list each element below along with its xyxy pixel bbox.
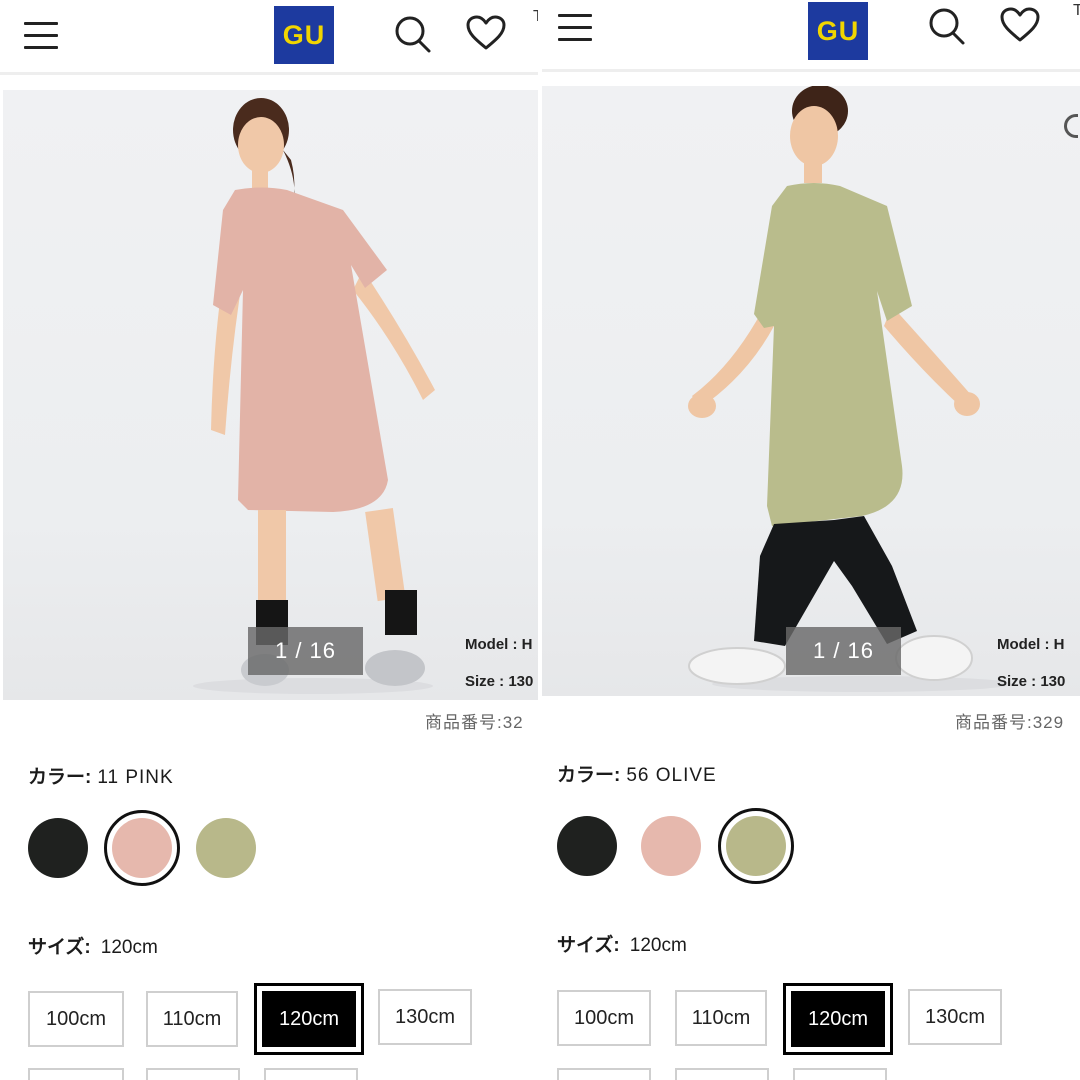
model-illustration (193, 98, 435, 694)
search-icon[interactable] (393, 14, 433, 54)
swatch-black[interactable] (557, 816, 617, 876)
color-label: カラー: (28, 767, 92, 788)
size-label: サイズ: (557, 935, 620, 956)
size-option-next-row[interactable] (264, 1068, 358, 1080)
product-photo[interactable]: 1 / 16 Model : H Size : 130 (542, 86, 1080, 696)
hamburger-icon[interactable] (558, 14, 592, 44)
product-number: 商品番号:329 (955, 713, 1065, 732)
size-option-120[interactable]: 120cm (783, 983, 893, 1055)
product-panel-pink: GU T 1 / 16 Model: H Size: 130 商品番号:32… (0, 0, 540, 1080)
search-icon[interactable] (927, 6, 967, 46)
color-selection-label: カラー: 11 PINK (28, 762, 174, 789)
site-header: GU T (0, 0, 540, 75)
size-option-110[interactable]: 110cm (675, 990, 767, 1046)
size-option-next-row[interactable] (675, 1068, 769, 1080)
gu-logo[interactable]: GU (274, 6, 334, 64)
color-selection-label: カラー: 56 OLIVE (557, 760, 717, 787)
heart-icon[interactable] (999, 6, 1041, 44)
swatch-olive[interactable] (726, 816, 786, 876)
image-counter: 1 / 16 (786, 627, 901, 675)
model-size-info: Size : 130 (465, 673, 534, 690)
size-label: サイズ: (28, 937, 91, 958)
size-option-120[interactable]: 120cm (254, 983, 364, 1055)
collage-divider (538, 0, 542, 1080)
size-option-next-row[interactable] (146, 1068, 240, 1080)
size-value: 120cm (100, 937, 158, 958)
cut-off-icon: T (1073, 2, 1080, 19)
size-selection-label: サイズ: 120cm (557, 930, 687, 957)
heart-icon[interactable] (465, 14, 507, 52)
hamburger-icon[interactable] (24, 22, 58, 52)
gu-logo[interactable]: GU (808, 2, 868, 60)
model-info: Model : H (465, 636, 533, 653)
size-option-130[interactable]: 130cm (378, 989, 472, 1045)
swatch-olive[interactable] (196, 818, 256, 878)
size-value: 120cm (629, 935, 687, 956)
swatch-pink[interactable] (641, 816, 701, 876)
size-option-next-row[interactable] (557, 1068, 651, 1080)
product-panel-olive: GU T 1 / 16 Model: H Size: 130 商品番号:32… (540, 0, 1080, 1080)
size-option-110[interactable]: 110cm (146, 991, 238, 1047)
site-header: GU T (540, 0, 1080, 72)
size-option-next-row[interactable] (28, 1068, 124, 1080)
model-info: Model : H (997, 636, 1065, 653)
size-option-100[interactable]: 100cm (557, 990, 651, 1046)
swatch-pink[interactable] (112, 818, 172, 878)
size-option-100[interactable]: 100cm (28, 991, 124, 1047)
color-value: 56 OLIVE (626, 765, 717, 786)
size-option-130[interactable]: 130cm (908, 989, 1002, 1045)
size-option-next-row[interactable] (793, 1068, 887, 1080)
image-counter: 1 / 16 (248, 627, 363, 675)
size-selection-label: サイズ: 120cm (28, 932, 158, 959)
color-value: 11 PINK (97, 767, 174, 788)
model-size-info: Size : 130 (997, 673, 1066, 690)
product-number: 商品番号:32 (425, 713, 524, 732)
color-label: カラー: (557, 765, 621, 786)
swatch-black[interactable] (28, 818, 88, 878)
product-photo[interactable]: 1 / 16 Model : H Size : 130 (3, 90, 540, 700)
model-illustration (688, 86, 1012, 692)
